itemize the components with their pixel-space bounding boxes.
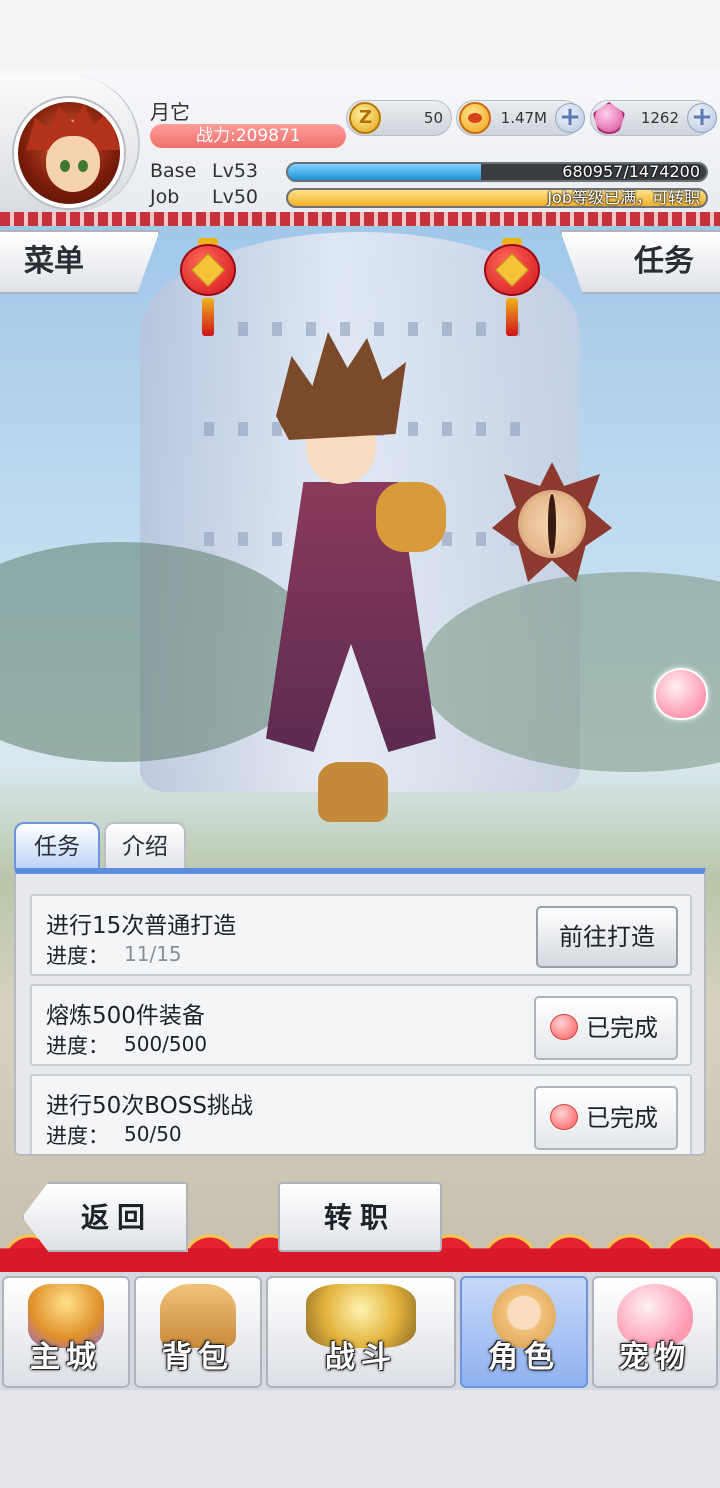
nav-label: 战斗 <box>325 1340 397 1375</box>
hero-shoulder-armor <box>376 482 446 552</box>
currency-gold: 1.47M + <box>456 100 585 136</box>
nav-character[interactable]: 角色 <box>460 1276 588 1388</box>
avatar-eye <box>78 160 88 172</box>
quest-title: 进行50次BOSS挑战 <box>46 1093 253 1119</box>
quest-progress-label: 进度： <box>46 1124 109 1148</box>
base-label: Base <box>150 160 197 182</box>
nav-main-city[interactable]: 主城 <box>2 1276 130 1388</box>
quest-panel: 进行15次普通打造 进度： 11/15 前往打造 熔炼500件装备 进度： 50… <box>14 868 706 1156</box>
lantern-icon <box>484 226 540 336</box>
system-nav-area <box>0 1390 720 1488</box>
combat-power-badge: 战力:209871 <box>150 124 346 148</box>
poring-check-icon <box>550 1104 578 1130</box>
currency-gem: 1262 + <box>590 100 717 136</box>
job-change-button[interactable]: 转职 <box>278 1182 442 1252</box>
job-level: Lv50 <box>212 186 259 208</box>
currency-zeny: 50 <box>346 100 452 136</box>
nav-backpack[interactable]: 背包 <box>134 1276 262 1388</box>
add-gem-button[interactable]: + <box>687 103 717 133</box>
lantern-icon <box>180 226 236 336</box>
nav-label: 宠物 <box>619 1340 691 1375</box>
nav-label: 背包 <box>162 1340 234 1375</box>
base-exp-text: 680957/1474200 <box>562 162 700 181</box>
avatar[interactable] <box>14 98 124 208</box>
avatar-face <box>46 136 100 192</box>
player-character-sprite[interactable] <box>236 332 456 832</box>
add-gold-button[interactable]: + <box>555 103 585 133</box>
completed-label: 已完成 <box>586 1104 658 1132</box>
currency-zeny-value: 50 <box>423 109 443 127</box>
job-exp-bar: Job等级已满，可转职 <box>286 188 708 208</box>
job-exp-text: Job等级已满，可转职 <box>547 188 700 207</box>
nav-pet[interactable]: 宠物 <box>592 1276 718 1388</box>
gold-ingot-icon <box>459 102 491 134</box>
currency-gem-value: 1262 <box>640 109 679 127</box>
quest-item: 进行50次BOSS挑战 进度： 50/50 已完成 <box>30 1074 692 1154</box>
base-exp-bar: 680957/1474200 <box>286 162 708 182</box>
zeny-coin-icon <box>349 102 381 134</box>
tab-intro[interactable]: 介绍 <box>104 822 186 870</box>
hero-hair <box>276 332 406 440</box>
quest-progress-value: 11/15 <box>124 942 182 966</box>
nav-label: 主城 <box>30 1340 102 1375</box>
gem-icon <box>593 102 625 134</box>
quest-progress-label: 进度： <box>46 1034 109 1058</box>
go-forge-button[interactable]: 前往打造 <box>536 906 678 968</box>
task-button[interactable]: 任务 <box>560 230 720 294</box>
quest-progress-label: 进度： <box>46 944 109 968</box>
menu-button[interactable]: 菜单 <box>0 230 160 294</box>
completed-badge: 已完成 <box>534 996 678 1060</box>
quest-title: 熔炼500件装备 <box>46 1003 205 1029</box>
completed-badge: 已完成 <box>534 1086 678 1150</box>
quest-item: 熔炼500件装备 进度： 500/500 已完成 <box>30 984 692 1066</box>
status-bar <box>0 0 720 70</box>
avatar-frame <box>0 76 140 212</box>
nav-battle[interactable]: 战斗 <box>266 1276 456 1388</box>
player-name: 月它 <box>150 100 190 124</box>
lantern-tassel <box>506 298 518 336</box>
quest-title: 进行15次普通打造 <box>46 913 237 939</box>
eye-monster-pet-sprite[interactable] <box>492 462 612 582</box>
floating-poring-icon[interactable] <box>654 668 708 720</box>
completed-label: 已完成 <box>586 1014 658 1042</box>
hero-boots <box>318 762 388 822</box>
header-lace-border <box>0 212 720 226</box>
quest-item: 进行15次普通打造 进度： 11/15 前往打造 <box>30 894 692 976</box>
quest-progress-value: 50/50 <box>124 1122 182 1146</box>
lantern-tassel <box>202 298 214 336</box>
back-button[interactable]: 返回 <box>22 1182 188 1252</box>
avatar-eye <box>60 160 70 172</box>
poring-check-icon <box>550 1014 578 1040</box>
job-label: Job <box>150 186 180 208</box>
quest-progress-value: 500/500 <box>124 1032 208 1056</box>
base-level: Lv53 <box>212 160 259 182</box>
pet-pupil <box>548 494 556 554</box>
currency-gold-value: 1.47M <box>500 109 547 127</box>
base-exp-fill <box>288 164 482 180</box>
bottom-nav: 主城 背包 战斗 角色 宠物 <box>0 1272 720 1390</box>
tab-quest[interactable]: 任务 <box>14 822 100 870</box>
nav-label: 角色 <box>488 1340 560 1375</box>
